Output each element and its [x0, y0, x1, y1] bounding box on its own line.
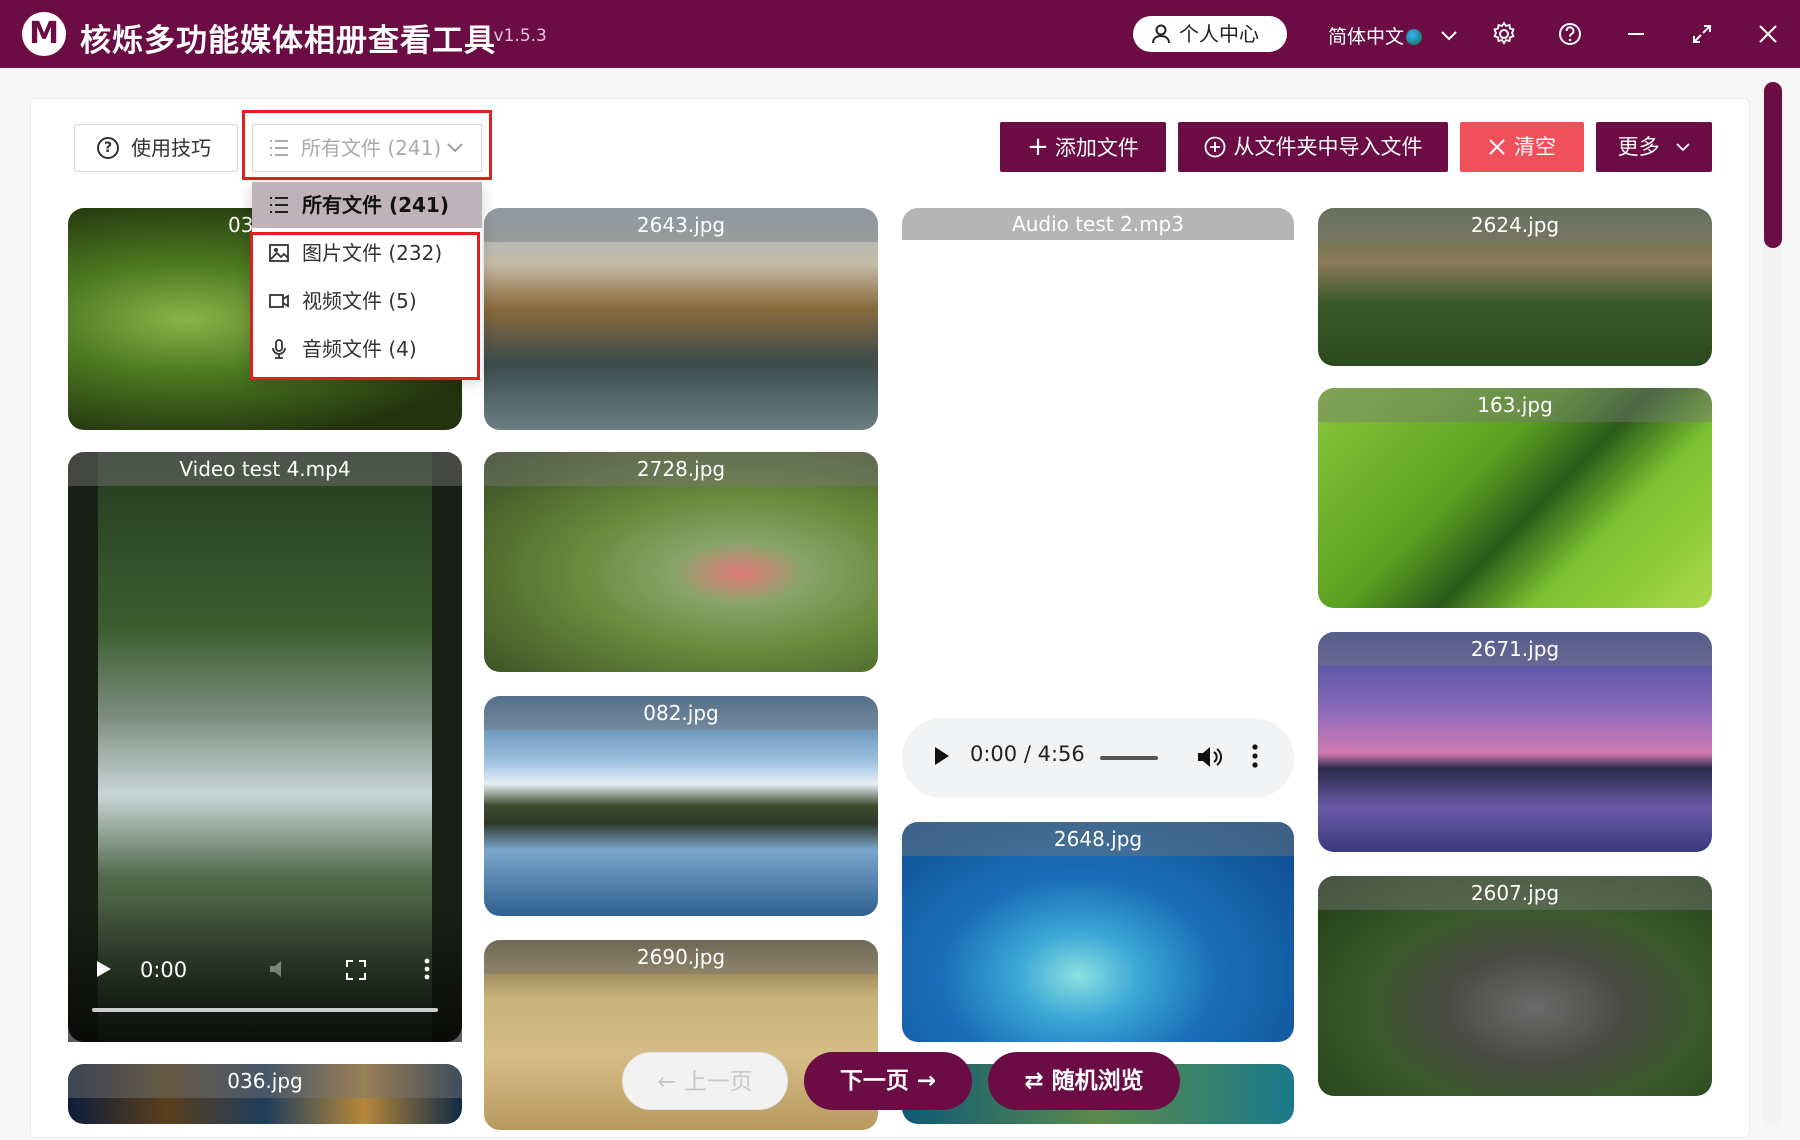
prev-page-label: 上一页	[683, 1069, 753, 1095]
import-folder-button[interactable]: 从文件夹中导入文件	[1178, 122, 1448, 172]
video-controls: 0:00	[68, 900, 462, 1042]
highlight-box-filter	[242, 110, 492, 180]
tips-button[interactable]: ? 使用技巧	[74, 124, 238, 172]
media-card-2648[interactable]: 2648.jpg	[902, 822, 1294, 1042]
app-logo: M	[22, 12, 66, 56]
title-bar: M 核烁多功能媒体相册查看工具 - v1.5.3 个人中心 简体中文	[0, 0, 1800, 68]
list-icon	[270, 197, 288, 213]
media-filename: 2607.jpg	[1318, 876, 1712, 910]
media-filename: 2690.jpg	[484, 940, 878, 974]
add-files-button[interactable]: + 添加文件	[1000, 122, 1166, 172]
clear-label: 清空	[1514, 135, 1556, 159]
gear-icon[interactable]	[1490, 20, 1518, 48]
question-icon: ?	[97, 137, 119, 159]
app-title: 核烁多功能媒体相册查看工具	[80, 23, 496, 59]
maximize-icon[interactable]	[1688, 20, 1716, 48]
close-icon	[1489, 139, 1505, 155]
arrow-left-icon: ←	[657, 1069, 677, 1095]
chevron-down-icon	[1676, 143, 1690, 152]
more-button[interactable]: 更多	[1596, 122, 1712, 172]
next-page-button[interactable]: 下一页 →	[804, 1052, 972, 1110]
minimize-icon[interactable]	[1622, 20, 1650, 48]
video-time: 0:00	[140, 958, 188, 982]
more-vertical-icon[interactable]	[424, 958, 430, 980]
random-browse-button[interactable]: ⇄ 随机浏览	[988, 1052, 1180, 1110]
media-filename: 2643.jpg	[484, 208, 878, 242]
media-card-163[interactable]: 163.jpg	[1318, 388, 1712, 608]
plus-circle-icon	[1204, 136, 1225, 158]
import-folder-label: 从文件夹中导入文件	[1233, 135, 1423, 159]
random-browse-label: 随机浏览	[1051, 1068, 1144, 1094]
globe-icon	[1406, 29, 1423, 45]
user-center-label: 个人中心	[1179, 22, 1259, 46]
play-icon[interactable]	[934, 746, 950, 766]
media-card-audio-test-2[interactable]: Audio test 2.mp3	[902, 208, 1294, 240]
filter-option-label: 所有文件 (241)	[302, 193, 449, 217]
audio-progress[interactable]	[1100, 756, 1158, 760]
play-icon[interactable]	[96, 960, 112, 978]
media-filename: Video test 4.mp4	[68, 452, 462, 486]
language-selector[interactable]: 简体中文	[1328, 22, 1458, 49]
audio-player: 0:00 / 4:56	[902, 718, 1294, 798]
media-filename: 036.jpg	[68, 1064, 462, 1098]
video-progress[interactable]	[92, 1008, 438, 1012]
help-icon[interactable]	[1556, 20, 1584, 48]
scrollbar-thumb[interactable]	[1764, 82, 1782, 248]
media-filename: 2648.jpg	[902, 822, 1294, 856]
add-files-label: 添加文件	[1054, 136, 1139, 160]
media-filename: 2671.jpg	[1318, 632, 1712, 666]
close-icon[interactable]	[1754, 20, 1782, 48]
chevron-down-icon	[1441, 31, 1457, 41]
filter-option-all[interactable]: 所有文件 (241)	[252, 182, 482, 228]
language-label: 简体中文	[1328, 26, 1405, 48]
media-filename: 2624.jpg	[1318, 208, 1712, 242]
app-version: - v1.5.3	[482, 26, 547, 46]
prev-page-button[interactable]: ← 上一页	[622, 1052, 788, 1110]
volume-icon[interactable]	[1196, 744, 1222, 770]
media-filename: 163.jpg	[1318, 388, 1712, 422]
fullscreen-icon[interactable]	[346, 960, 366, 980]
highlight-box-filter-options	[250, 232, 480, 380]
media-card-036[interactable]: 036.jpg	[68, 1064, 462, 1124]
clear-button[interactable]: 清空	[1460, 122, 1584, 172]
plus-icon: +	[1027, 132, 1049, 162]
next-page-label: 下一页	[839, 1068, 909, 1094]
media-filename: 2728.jpg	[484, 452, 878, 486]
media-card-2643[interactable]: 2643.jpg	[484, 208, 878, 430]
media-card-2728[interactable]: 2728.jpg	[484, 452, 878, 672]
media-card-082[interactable]: 082.jpg	[484, 696, 878, 916]
more-label: 更多	[1617, 135, 1660, 159]
audio-time: 0:00 / 4:56	[970, 742, 1085, 766]
media-filename: Audio test 2.mp3	[1012, 212, 1184, 236]
arrow-right-icon: →	[916, 1068, 937, 1094]
media-card-2624[interactable]: 2624.jpg	[1318, 208, 1712, 366]
more-vertical-icon[interactable]	[1252, 744, 1258, 768]
user-center-button[interactable]: 个人中心	[1133, 16, 1287, 52]
tips-label: 使用技巧	[131, 136, 211, 160]
volume-icon[interactable]	[268, 958, 292, 980]
repeat-icon: ⇄	[1024, 1068, 1044, 1094]
media-card-2607[interactable]: 2607.jpg	[1318, 876, 1712, 1096]
user-icon	[1152, 24, 1170, 44]
media-filename: 082.jpg	[484, 696, 878, 730]
media-card-2671[interactable]: 2671.jpg	[1318, 632, 1712, 852]
